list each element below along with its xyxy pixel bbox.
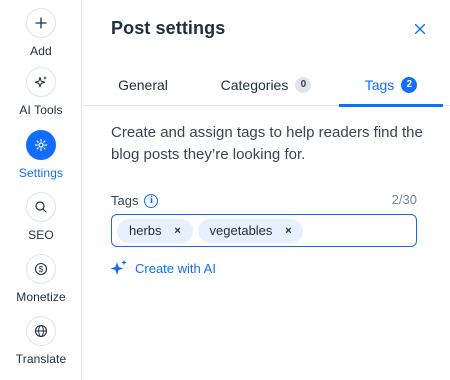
- tag-text-input[interactable]: [314, 218, 450, 243]
- svg-text:$: $: [39, 265, 44, 274]
- plus-icon: [26, 8, 56, 38]
- remove-tag-icon[interactable]: ×: [172, 225, 184, 237]
- globe-icon: [26, 316, 56, 346]
- sidebar-item-settings[interactable]: Settings: [0, 130, 82, 180]
- count-badge: 2: [401, 77, 418, 93]
- count-badge: 0: [295, 77, 312, 93]
- tab-general[interactable]: General: [101, 64, 185, 106]
- tag-chip-label: herbs: [129, 223, 162, 238]
- sparkle-icon: [26, 67, 56, 97]
- tag-chip: vegetables ×: [197, 218, 304, 243]
- tab-bar: General Categories 0 Tags 2: [83, 64, 450, 107]
- gear-icon: [26, 130, 56, 160]
- post-settings-panel: Post settings General Categories 0 Tags …: [83, 0, 450, 380]
- tags-description: Create and assign tags to help readers f…: [111, 124, 423, 163]
- tags-label-text: Tags: [111, 193, 139, 208]
- tab-label: Categories: [220, 77, 289, 93]
- info-icon[interactable]: i: [144, 193, 159, 208]
- dollar-coin-icon: $: [26, 254, 56, 284]
- tab-label: Tags: [364, 77, 395, 93]
- tags-field-header: Tags i 2/30: [111, 192, 417, 210]
- left-sidebar: Add AI Tools Settings SEO $ Monetize Tra…: [0, 0, 82, 380]
- sidebar-item-add[interactable]: Add: [0, 8, 82, 58]
- create-with-ai-button[interactable]: Create with AI: [109, 258, 216, 278]
- search-icon: [26, 192, 56, 222]
- sidebar-item-label: SEO: [28, 228, 54, 242]
- tag-chip: herbs ×: [117, 218, 193, 243]
- tab-label: General: [118, 77, 168, 93]
- ai-sparkle-icon: [110, 259, 127, 275]
- tab-tags[interactable]: Tags 2: [339, 64, 443, 107]
- sidebar-item-label: Translate: [15, 352, 67, 366]
- sidebar-item-label: AI Tools: [19, 103, 63, 117]
- tags-input[interactable]: herbs × vegetables ×: [111, 214, 450, 247]
- tag-counter: 2/30: [391, 192, 417, 207]
- sidebar-item-label: Add: [30, 44, 52, 58]
- close-button[interactable]: [410, 19, 430, 39]
- sidebar-item-ai-tools[interactable]: AI Tools: [0, 67, 82, 117]
- sidebar-item-label: Settings: [18, 166, 64, 180]
- panel-title: Post settings: [111, 18, 226, 38]
- tags-field-label: Tags i: [111, 193, 159, 208]
- sidebar-item-seo[interactable]: SEO: [0, 192, 82, 242]
- tag-chip-label: vegetables: [209, 223, 273, 238]
- sidebar-item-label: Monetize: [16, 290, 66, 304]
- remove-tag-icon[interactable]: ×: [282, 225, 294, 237]
- close-icon: [414, 23, 426, 35]
- sidebar-item-translate[interactable]: Translate: [0, 316, 82, 366]
- sidebar-item-monetize[interactable]: $ Monetize: [0, 254, 82, 304]
- create-with-ai-label: Create with AI: [135, 260, 216, 276]
- tab-categories[interactable]: Categories 0: [201, 64, 331, 106]
